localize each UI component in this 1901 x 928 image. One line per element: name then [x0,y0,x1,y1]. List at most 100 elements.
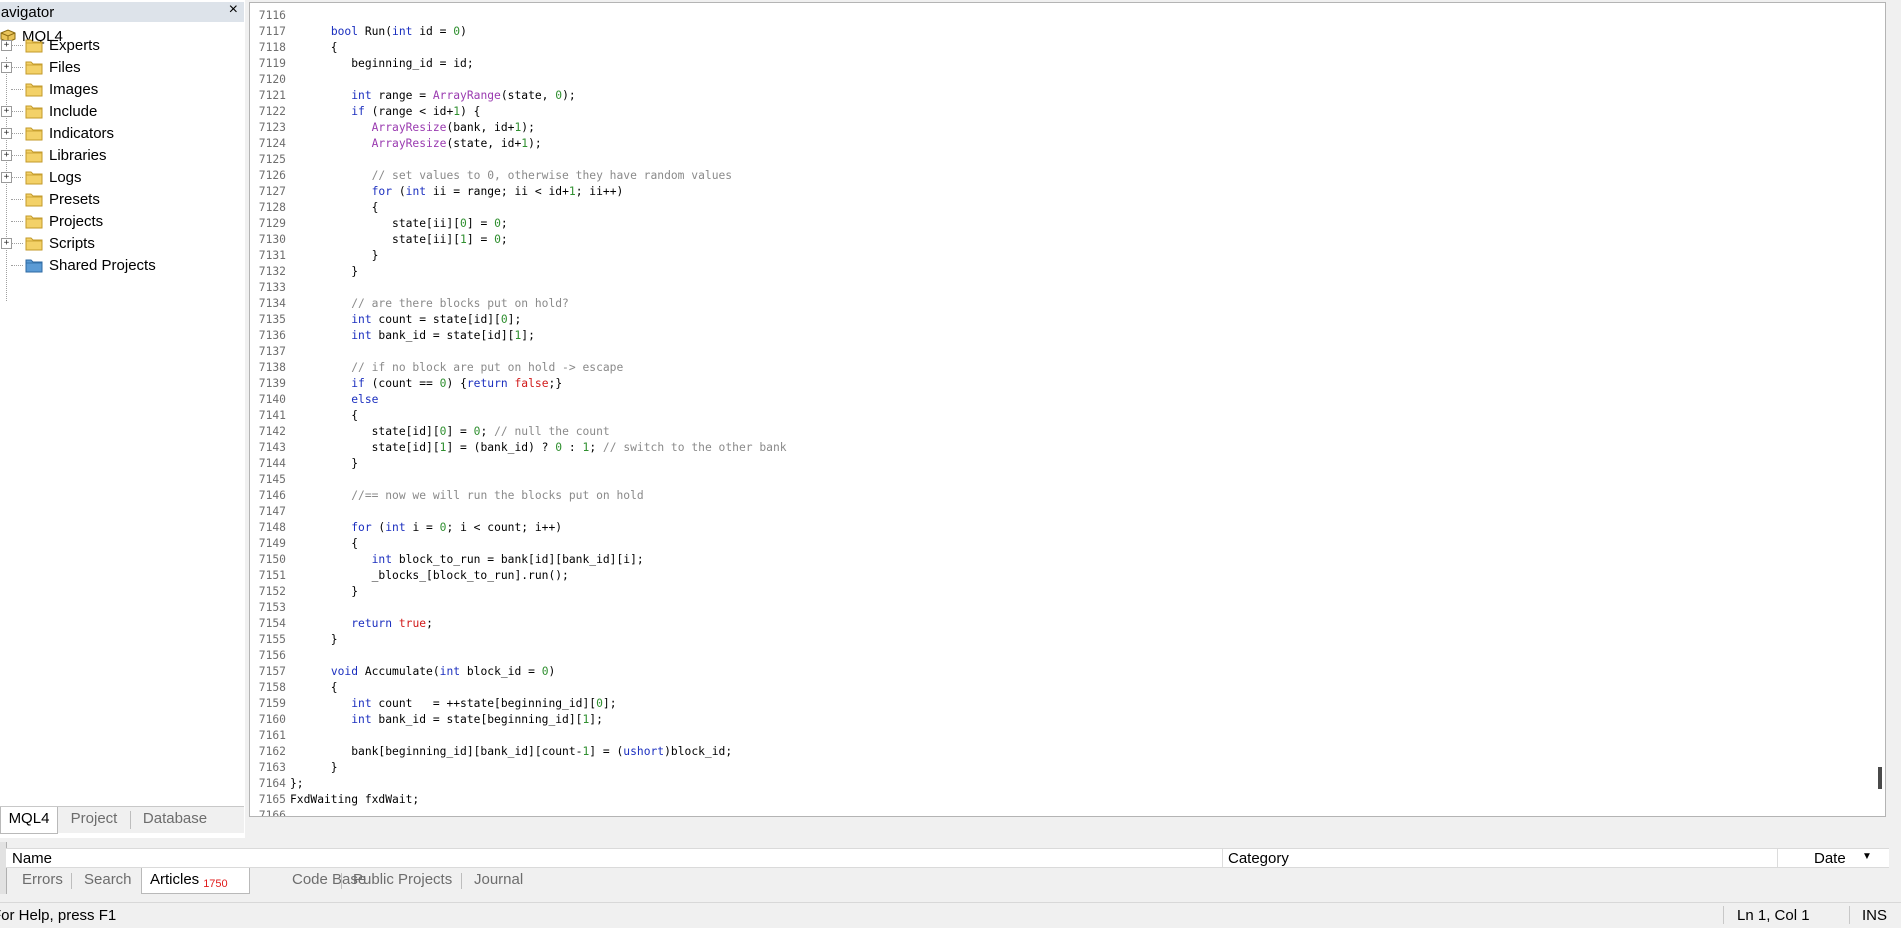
code-line[interactable]: 7132 } [250,264,358,280]
tab-articles[interactable]: Articles 1750 [141,868,250,894]
code-line[interactable]: 7116 [250,8,290,24]
code-line[interactable]: 7159 int count = ++state[beginning_id][0… [250,696,617,712]
code-line[interactable]: 7150 int block_to_run = bank[id][bank_id… [250,552,644,568]
tree-item-shared-projects[interactable]: Shared Projects [0,255,240,277]
code-line[interactable]: 7119 beginning_id = id; [250,56,474,72]
code-line[interactable]: 7130 state[ii][1] = 0; [250,232,508,248]
code-token: state[id][ [290,425,440,438]
navigator-tree: MQL4 + Experts + Files Images + Include + Indica… [0,23,244,803]
vertical-scrollbar[interactable] [1870,3,1885,813]
tree-item-experts[interactable]: + Experts [0,35,240,57]
code-line[interactable]: 7155 } [250,632,338,648]
code-token: ; ii++) [575,185,624,198]
code-line[interactable]: 7133 [250,280,290,296]
code-line[interactable]: 7121 int range = ArrayRange(state, 0); [250,88,576,104]
code-area[interactable]: 7116 7117 bool Run(int id = 0) 7118 {7119 … [250,3,1870,816]
code-line[interactable]: 7117 bool Run(int id = 0) [250,24,467,40]
sort-down-arrow-icon[interactable]: ▼ [1862,851,1872,862]
code-line[interactable]: 7154 return true; [250,616,433,632]
code-editor[interactable]: 7116 7117 bool Run(int id = 0) 7118 {7119 … [249,2,1886,817]
tab-public-projects[interactable]: Public Projects [353,868,452,894]
code-line[interactable]: 7120 [250,72,290,88]
tree-item-libraries[interactable]: + Libraries [0,145,240,167]
tab-journal[interactable]: Journal [474,868,523,894]
code-line[interactable]: 7138 // if no block are put on hold -> e… [250,360,624,376]
code-line[interactable]: 7122 if (range < id+1) { [250,104,481,120]
code-line[interactable]: 7158 { [250,680,338,696]
code-line[interactable]: 7157 void Accumulate(int block_id = 0) [250,664,556,680]
code-line[interactable]: 7156 [250,648,290,664]
code-line[interactable]: 7142 state[id][0] = 0; // null the count [250,424,610,440]
code-token: ); [521,121,535,134]
code-token: int [351,697,372,710]
tree-item-indicators[interactable]: + Indicators [0,123,240,145]
code-line[interactable]: 7148 for (int i = 0; i < count; i++) [250,520,562,536]
line-number: 7137 [258,345,286,358]
code-line[interactable]: 7128 { [250,200,379,216]
code-line[interactable]: 7152 } [250,584,358,600]
tree-item-presets[interactable]: Presets [0,189,240,211]
code-line[interactable]: 7160 int bank_id = state[beginning_id][1… [250,712,603,728]
code-line[interactable]: 7146 //== now we will run the blocks put… [250,488,644,504]
close-icon[interactable]: × [229,1,238,19]
code-line[interactable]: 7129 state[ii][0] = 0; [250,216,508,232]
code-line[interactable]: 7162 bank[beginning_id][bank_id][count-1… [250,744,732,760]
folder-icon [25,61,43,75]
tab-errors[interactable]: Errors [22,868,63,894]
line-number: 7117 [258,25,286,38]
code-line[interactable]: 7126 // set values to 0, otherwise they … [250,168,732,184]
code-line[interactable]: 7125 [250,152,290,168]
tab-search[interactable]: Search [84,868,132,894]
code-line[interactable]: 7131 } [250,248,379,264]
code-line[interactable]: 7124 ArrayResize(state, id+1); [250,136,542,152]
code-line[interactable]: 7161 [250,728,290,744]
code-line[interactable]: 7164}; [250,776,304,792]
tree-item-scripts[interactable]: + Scripts [0,233,240,255]
column-divider[interactable] [1222,849,1223,867]
code-line[interactable]: 7123 ArrayResize(bank, id+1); [250,120,535,136]
code-line[interactable]: 7139 if (count == 0) {return false;} [250,376,562,392]
code-line[interactable]: 7147 [250,504,290,520]
code-token: range = [371,89,433,102]
code-line[interactable]: 7151 _blocks_[block_to_run].run(); [250,568,569,584]
tab-project[interactable]: Project [60,807,128,831]
code-token: 0 [541,665,549,678]
code-line[interactable]: 7137 [250,344,290,360]
folder-icon [25,127,43,141]
code-token: state[ii][ [290,217,461,230]
column-divider[interactable] [1777,849,1778,867]
tree-item-images[interactable]: Images [0,79,240,101]
code-line[interactable]: 7134 // are there blocks put on hold? [250,296,569,312]
tree-item-include[interactable]: + Include [0,101,240,123]
tree-connector [11,199,23,200]
code-line[interactable]: 7149 { [250,536,358,552]
code-line[interactable]: 7118 { [250,40,338,56]
code-line[interactable]: 7153 [250,600,290,616]
tree-item-projects[interactable]: Projects [0,211,240,233]
code-line[interactable]: 7135 int count = state[id][0]; [250,312,522,328]
code-line[interactable]: 7141 { [250,408,358,424]
tab-mql4[interactable]: MQL4 [0,807,58,834]
tree-item-files[interactable]: + Files [0,57,240,79]
code-line[interactable]: 7165 FxdWaiting fxdWait; [250,792,419,808]
tab-database[interactable]: Database [134,807,216,831]
code-line[interactable]: 7140 else [250,392,379,408]
code-line[interactable]: 7144 } [250,456,358,472]
code-line[interactable]: 7143 state[id][1] = (bank_id) ? 0 : 1; /… [250,440,787,456]
column-header-name[interactable]: Name [12,850,52,867]
column-header-date[interactable]: Date [1814,850,1846,867]
code-token: block_to_run = bank[id][bank_id][i]; [392,553,644,566]
horizontal-scrollbar[interactable] [250,816,1885,817]
vertical-scroll-thumb[interactable] [1878,767,1882,789]
code-token: int [351,313,372,326]
code-token: int [351,329,372,342]
code-line[interactable]: 7163 } [250,760,338,776]
code-line[interactable]: 7136 int bank_id = state[id][1]; [250,328,535,344]
tree-item-logs[interactable]: + Logs [0,167,240,189]
code-line[interactable]: 7127 for (int ii = range; ii < id+1; ii+… [250,184,624,200]
line-number: 7125 [258,153,286,166]
column-header-category[interactable]: Category [1228,850,1289,867]
code-line[interactable]: 7145 [250,472,290,488]
